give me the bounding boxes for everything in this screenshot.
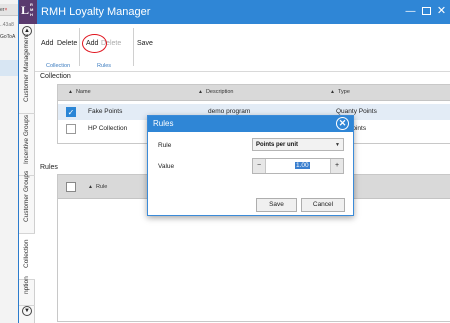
- value-label: Value: [158, 163, 175, 170]
- app-window: L R M H RMH Loyalty Manager — ✕ ▲ Custom…: [18, 0, 450, 323]
- collection-grid-header: ▲ Name ▲ Description ▲ Type: [58, 85, 450, 101]
- collection-section-title: Collection: [40, 73, 71, 80]
- tab-label: nption: [23, 276, 30, 294]
- background-tab[interactable]: er×: [0, 4, 20, 16]
- increment-button[interactable]: +: [330, 159, 343, 173]
- sort-arrow-icon: ▲: [198, 89, 203, 95]
- tab-collection[interactable]: Collection: [19, 234, 35, 280]
- column-header-name[interactable]: ▲ Name: [68, 89, 91, 95]
- annotation-circle: [82, 34, 107, 53]
- tab-customer-groups[interactable]: Customer Groups: [19, 171, 35, 234]
- app-logo: L R M H: [19, 0, 37, 24]
- tab-incentive-groups[interactable]: Incentive Groups: [19, 114, 35, 176]
- value-input[interactable]: 1.00: [295, 162, 310, 169]
- rule-select[interactable]: Points per unit ▼: [252, 138, 344, 151]
- value-stepper[interactable]: − 1.00 +: [252, 158, 344, 174]
- column-header-label: Description: [205, 89, 234, 95]
- sort-arrow-icon: ▲: [330, 89, 335, 95]
- rules-group-label: Rules: [97, 63, 112, 69]
- dialog-save-button[interactable]: Save: [256, 198, 297, 212]
- group-divider: [79, 28, 80, 66]
- rule-label: Rule: [158, 142, 172, 149]
- row-checkbox[interactable]: ✓: [66, 107, 76, 117]
- rules-section-title: Rules: [40, 164, 58, 171]
- delete-collection-button[interactable]: Delete: [57, 40, 77, 47]
- add-collection-button[interactable]: Add: [41, 40, 53, 47]
- sort-arrow-icon: ▲: [88, 184, 93, 190]
- column-header-rule[interactable]: ▲ Rule: [88, 184, 107, 190]
- tab-label: Collection: [23, 239, 30, 268]
- collection-group-label: Collection: [46, 63, 71, 69]
- column-header-label: Type: [337, 89, 350, 95]
- row-checkbox[interactable]: [66, 124, 76, 134]
- rules-dialog: Rules ✕ Rule Points per unit ▼ Value − 1…: [147, 115, 354, 216]
- window-title: RMH Loyalty Manager: [41, 6, 151, 18]
- scroll-down-icon[interactable]: ▼: [22, 306, 32, 316]
- tab-customer-management[interactable]: Customer Management: [19, 34, 35, 114]
- logo-letter: L: [21, 3, 30, 17]
- background-highlight: [0, 60, 20, 76]
- column-header-description[interactable]: ▲ Description: [198, 89, 233, 95]
- background-address[interactable]: ..43a8: [0, 22, 20, 31]
- screen: er× ..43a8 GoToA L R M H RMH Loyalty Man…: [0, 0, 450, 323]
- close-icon[interactable]: ×: [4, 4, 9, 15]
- background-window: er× ..43a8 GoToA: [0, 0, 20, 323]
- column-header-label: Rule: [95, 184, 108, 190]
- select-all-checkbox[interactable]: [66, 182, 76, 192]
- cell-type: Quanty Points: [336, 108, 377, 115]
- close-icon[interactable]: ✕: [336, 117, 349, 130]
- cell-name: HP Collection: [88, 125, 128, 132]
- background-link[interactable]: GoToA: [0, 34, 20, 42]
- tab-redemption[interactable]: nption: [19, 276, 35, 306]
- decrement-button[interactable]: −: [253, 159, 266, 173]
- dialog-cancel-button[interactable]: Cancel: [301, 198, 345, 212]
- dialog-title: Rules: [153, 119, 174, 128]
- logo-stack: R M H: [30, 2, 33, 17]
- cell-description: demo program: [208, 108, 251, 115]
- group-divider: [133, 28, 134, 66]
- sort-arrow-icon: ▲: [68, 89, 73, 95]
- chevron-down-icon: ▼: [335, 142, 340, 148]
- cell-name: Fake Points: [88, 108, 123, 115]
- close-icon[interactable]: ✕: [435, 5, 448, 18]
- column-header-label: Name: [75, 89, 91, 95]
- column-header-type[interactable]: ▲ Type: [330, 89, 350, 95]
- minimize-icon[interactable]: —: [404, 5, 417, 18]
- tab-label: Customer Management: [23, 34, 30, 102]
- dialog-title-bar[interactable]: Rules ✕: [148, 116, 353, 132]
- save-button[interactable]: Save: [137, 40, 153, 47]
- vertical-tab-rail: ▲ Customer Management Incentive Groups C…: [19, 24, 35, 323]
- tab-label: Incentive Groups: [23, 114, 30, 164]
- title-bar[interactable]: L R M H RMH Loyalty Manager — ✕: [19, 0, 450, 24]
- tab-label: Customer Groups: [23, 170, 30, 222]
- rule-select-value: Points per unit: [256, 142, 298, 148]
- maximize-icon[interactable]: [420, 5, 433, 18]
- ribbon: Add Delete Collection Add Delete Rules S…: [35, 24, 450, 72]
- logo-stack-letter: H: [30, 12, 33, 17]
